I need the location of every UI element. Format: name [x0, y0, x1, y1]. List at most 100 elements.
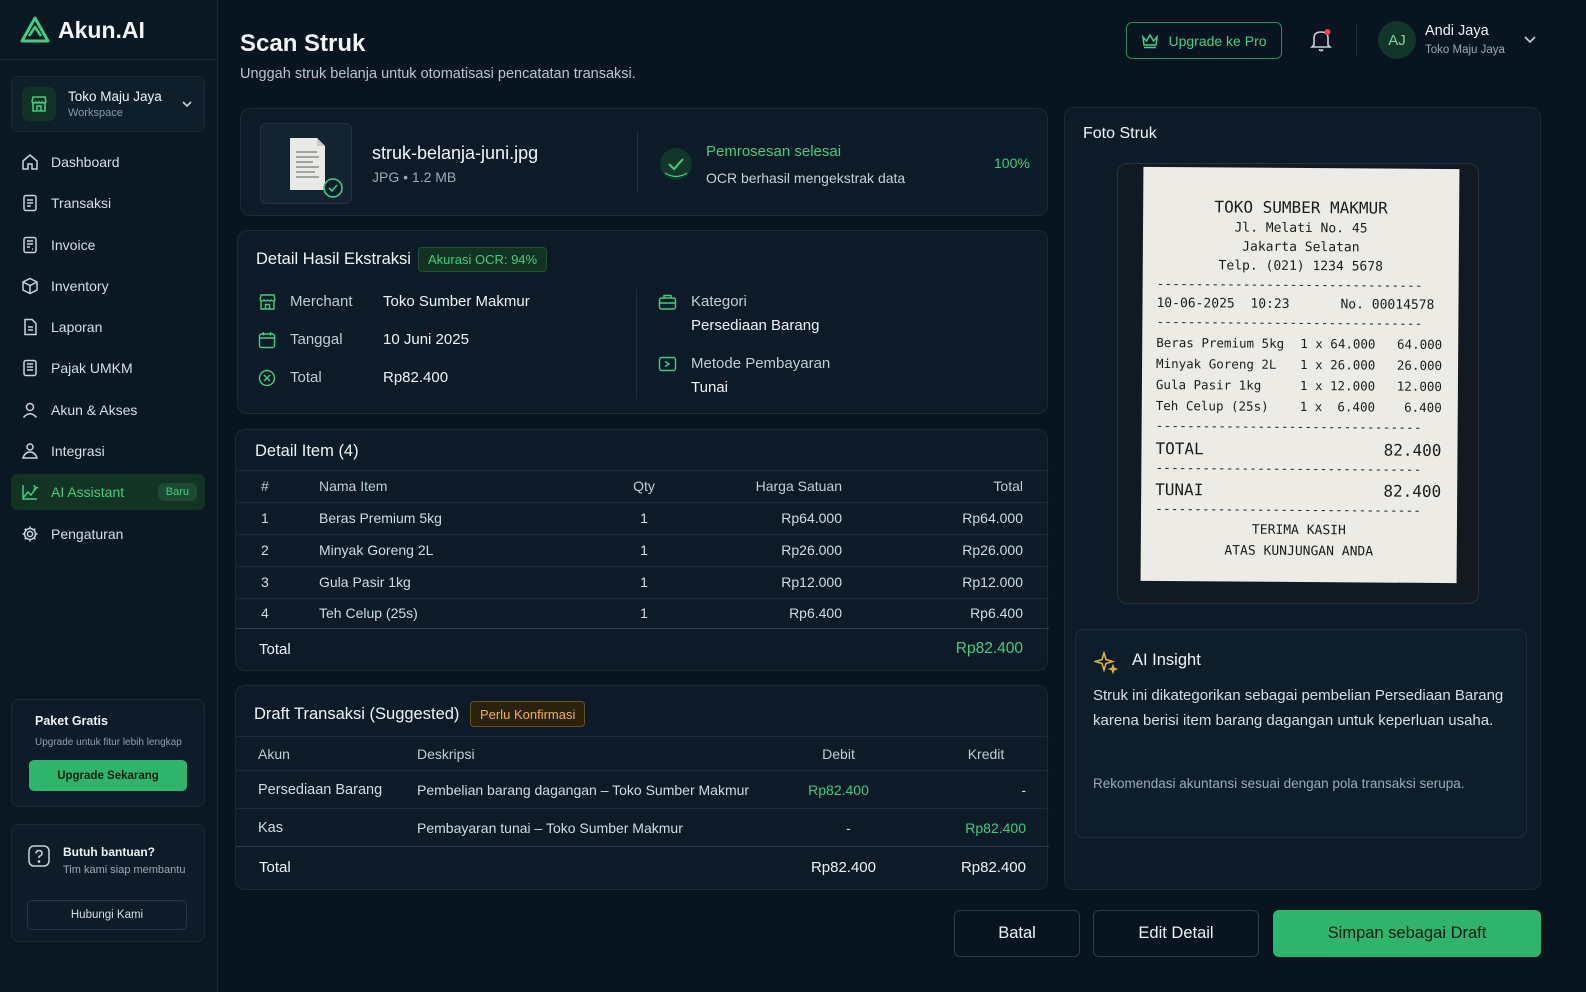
help-icon: [28, 845, 50, 867]
chevron-down-icon: [182, 101, 192, 108]
sidebar-item-invoice[interactable]: Invoice: [11, 227, 205, 263]
file-meta: JPG • 1.2 MB: [372, 169, 457, 185]
category-label: Kategori: [691, 293, 747, 310]
integration-icon: [21, 443, 39, 459]
table-row[interactable]: Persediaan Barang Pembelian barang dagan…: [236, 770, 1049, 808]
receipt-datetime: 10-06-2025 10:23: [1156, 295, 1290, 312]
sidebar-item-pengaturan[interactable]: Pengaturan: [11, 516, 205, 552]
column-header: Qty: [633, 478, 655, 494]
table-row[interactable]: Kas Pembayaran tunai – Toko Sumber Makmu…: [236, 808, 1049, 846]
user-name[interactable]: Andi Jaya: [1425, 23, 1489, 39]
upgrade-now-button[interactable]: Upgrade Sekarang: [29, 760, 187, 791]
sidebar-item-integrasi[interactable]: Integrasi: [11, 433, 205, 469]
brand[interactable]: Akun.AI: [20, 16, 145, 44]
payment-icon: [658, 356, 677, 372]
help-card: Butuh bantuan? Tim kami siap membantu Hu…: [11, 824, 205, 942]
total-label: Total: [259, 859, 291, 876]
file-thumbnail[interactable]: [260, 123, 352, 204]
sidebar-item-akun-akses[interactable]: Akun & Akses: [11, 392, 205, 428]
extraction-card: Detail Hasil Ekstraksi Akurasi OCR: 94% …: [237, 230, 1048, 414]
contact-button[interactable]: Hubungi Kami: [27, 900, 187, 930]
cell-qty: 1: [640, 605, 648, 621]
cell-item-name: Minyak Goreng 2L: [319, 542, 434, 558]
cell-account: Kas: [258, 820, 283, 836]
total-credit: Rp82.400: [960, 859, 1026, 876]
table-header: Akun Deskripsi Debit Kredit: [236, 736, 1049, 770]
cell-qty: 1: [640, 574, 648, 590]
table-row[interactable]: 2 Minyak Goreng 2L 1 Rp26.000 Rp26.000: [236, 534, 1049, 566]
sidebar-item-label: Invoice: [51, 236, 96, 253]
items-total-value: Rp82.400: [955, 640, 1023, 657]
help-title: Butuh bantuan?: [63, 845, 155, 859]
cell-qty: 1: [640, 510, 648, 526]
receipt-address: Jakarta Selatan: [1242, 239, 1360, 256]
needs-confirmation-badge: Perlu Konfirmasi: [470, 701, 586, 727]
sidebar-item-dashboard[interactable]: Dashboard: [11, 144, 205, 180]
tax-icon: [23, 360, 37, 377]
cell-index: 2: [261, 542, 269, 558]
receipt-divider: ----------------------------------: [1156, 314, 1423, 332]
gear-icon: [22, 526, 38, 542]
processing-status: Pemrosesan selesai: [706, 143, 842, 160]
receipt-store: TOKO SUMBER MAKMUR: [1214, 197, 1388, 218]
sidebar-item-label: Akun & Akses: [51, 401, 138, 418]
receipt-address: Jl. Melati No. 45: [1234, 220, 1368, 237]
draft-title: Draft Transaksi (Suggested): [254, 705, 460, 723]
sidebar-item-transaksi[interactable]: Transaksi: [11, 185, 205, 221]
cell-total: Rp26.000: [962, 542, 1023, 558]
receipt-paper: TOKO SUMBER MAKMUR Jl. Melati No. 45 Jak…: [1140, 166, 1460, 584]
draft-transaction-card: Draft Transaksi (Suggested) Perlu Konfir…: [235, 685, 1049, 890]
sidebar-item-label: Pengaturan: [51, 525, 124, 542]
merchant-label: Merchant: [290, 293, 353, 310]
sidebar-item-pajak-umkm[interactable]: Pajak UMKM: [11, 350, 205, 386]
cancel-button[interactable]: Batal: [954, 910, 1080, 957]
insight-title: AI Insight: [1132, 651, 1201, 669]
receipt-image[interactable]: TOKO SUMBER MAKMUR Jl. Melati No. 45 Jak…: [1117, 163, 1479, 604]
column-header: Total: [993, 478, 1023, 494]
photo-title: Foto Struk: [1083, 125, 1157, 142]
insight-note: Rekomendasi akuntansi sesuai dengan pola…: [1093, 776, 1465, 791]
cell-index: 4: [261, 605, 269, 621]
table-row[interactable]: 1 Beras Premium 5kg 1 Rp64.000 Rp64.000: [236, 502, 1049, 534]
table-row[interactable]: 4 Teh Celup (25s) 1 Rp6.400 Rp6.400: [236, 598, 1049, 628]
table-row[interactable]: 3 Gula Pasir 1kg 1 Rp12.000 Rp12.000: [236, 566, 1049, 598]
receipt-number: No. 00014578: [1340, 297, 1435, 313]
cell-item-name: Beras Premium 5kg: [319, 510, 442, 526]
column-header: Kredit: [967, 746, 1005, 762]
workspace-switcher[interactable]: Toko Maju Jaya Workspace: [11, 76, 205, 132]
total-debit: Rp82.400: [810, 859, 876, 876]
sidebar-item-inventory[interactable]: Inventory: [11, 268, 205, 304]
receipt-item-amount: 26.000: [1396, 357, 1443, 373]
sidebar-item-ai-assistant[interactable]: AI Assistant Baru: [11, 474, 205, 511]
receipt-cash: 82.400: [1383, 481, 1442, 501]
table-header: # Nama Item Qty Harga Satuan Total: [236, 470, 1049, 502]
receipt-item: Minyak Goreng 2L: [1156, 355, 1277, 372]
calendar-icon: [258, 332, 276, 349]
cell-debit: Rp82.400: [808, 782, 869, 798]
edit-detail-button[interactable]: Edit Detail: [1093, 910, 1259, 957]
receipt-item: Beras Premium 5kg: [1156, 334, 1285, 351]
file-card: struk-belanja-juni.jpg JPG • 1.2 MB Pemr…: [240, 108, 1048, 216]
sidebar-item-label: AI Assistant: [51, 484, 125, 501]
sidebar-item-laporan[interactable]: Laporan: [11, 309, 205, 345]
upgrade-pro-button[interactable]: Upgrade ke Pro: [1126, 22, 1282, 59]
sparkle-icon: [1094, 651, 1118, 675]
cell-unit-price: Rp6.400: [789, 605, 842, 621]
extraction-title: Detail Hasil Ekstraksi: [256, 250, 411, 268]
cell-description: Pembelian barang dagangan – Toko Sumber …: [417, 782, 750, 798]
column-header: Deskripsi: [417, 746, 475, 762]
store-icon: [259, 294, 276, 310]
cell-unit-price: Rp26.000: [781, 542, 842, 558]
receipt-photo-card: Foto Struk TOKO SUMBER MAKMUR Jl. Melati…: [1064, 107, 1541, 890]
column-header: Debit: [822, 746, 855, 762]
upgrade-pro-label: Upgrade ke Pro: [1168, 32, 1267, 49]
column-header: Harga Satuan: [755, 478, 842, 494]
store-icon: [22, 87, 56, 121]
column-header: #: [261, 478, 269, 494]
notification-button[interactable]: [1309, 27, 1333, 53]
chevron-down-icon[interactable]: [1522, 32, 1538, 46]
receipt-thanks: ATAS KUNJUNGAN ANDA: [1224, 543, 1374, 560]
home-icon: [22, 154, 38, 170]
save-draft-button[interactable]: Simpan sebagai Draft: [1273, 910, 1541, 957]
avatar[interactable]: AJ: [1378, 21, 1416, 59]
